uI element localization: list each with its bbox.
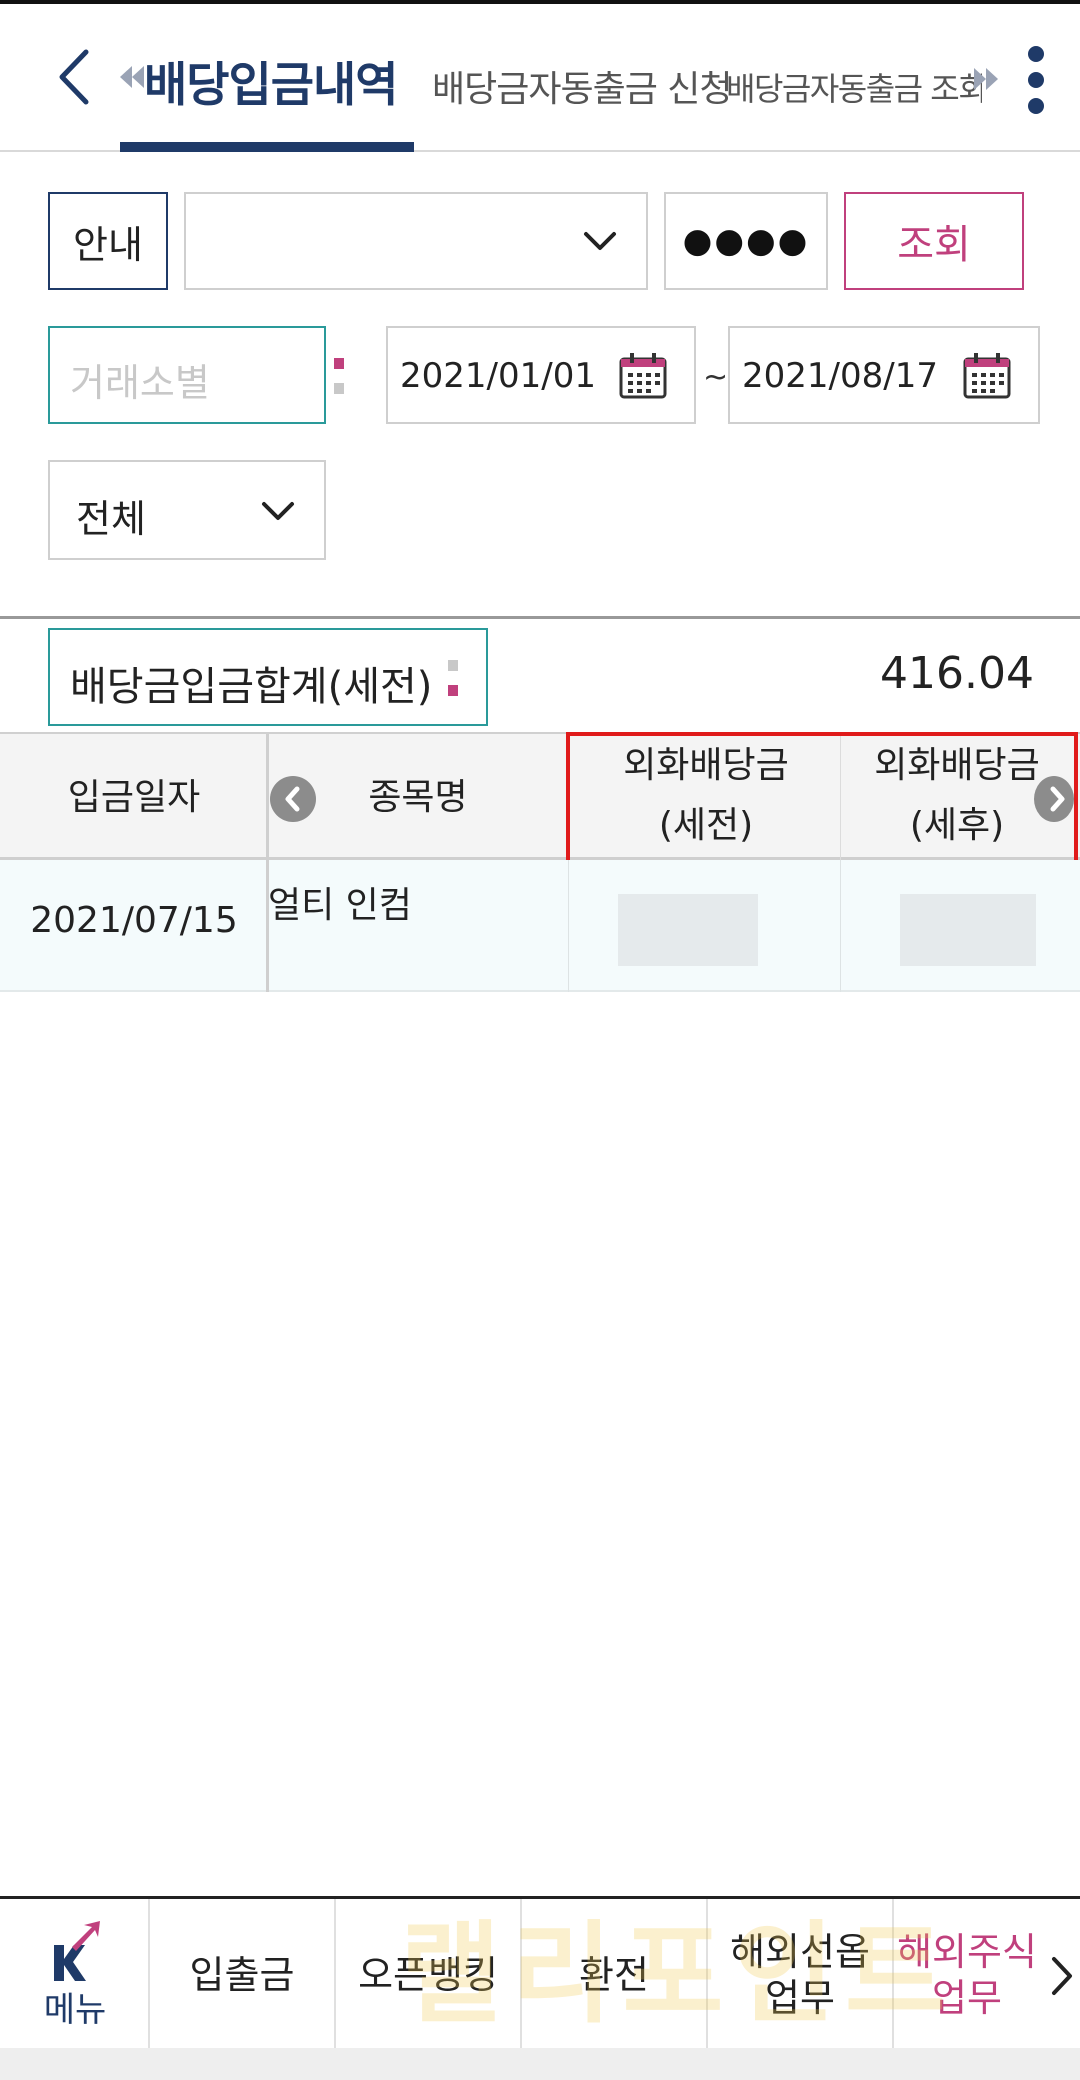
calendar-icon[interactable] [618, 350, 668, 400]
chevron-right-icon[interactable] [1048, 1953, 1076, 1999]
nav-menu-button[interactable]: 메뉴 [0, 1899, 150, 2051]
query-button[interactable]: 조회 [844, 192, 1024, 290]
tab-auto-withdraw-apply[interactable]: 배당금자동출금 신청 [432, 60, 733, 112]
section-divider [0, 616, 1080, 619]
start-date-value: 2021/01/01 [400, 356, 596, 396]
tab-header: 배당입금내역 배당금자동출금 신청 배당금자동출금 조회/해지 [0, 4, 1080, 152]
table-row[interactable]: 2021/07/15 얼티 인컴 [0, 860, 1080, 992]
more-dot-icon [1028, 72, 1044, 88]
tab-auto-withdraw-query[interactable]: 배당금자동출금 조회/해지 [726, 64, 982, 110]
nav-overseas-futures[interactable]: 해외선옵 업무 [708, 1899, 894, 2051]
column-divider [840, 860, 841, 992]
row-date: 2021/07/15 [30, 900, 238, 941]
end-date-field[interactable]: 2021/08/17 [728, 326, 1040, 424]
dividend-total-text: 배당금입금합계(세전) [70, 664, 433, 710]
chevron-down-icon [262, 502, 294, 520]
scroll-left-button[interactable] [270, 776, 316, 822]
password-field[interactable]: ●●●● [664, 192, 828, 290]
nav-menu-label: 메뉴 [43, 1990, 107, 2030]
highlight-box [566, 732, 1078, 868]
system-nav-bar [0, 2048, 1080, 2080]
start-date-field[interactable]: 2021/01/01 [386, 326, 696, 424]
bottom-navigation: 메뉴 입출금 오픈뱅킹 환전 해외선옵 업무 해외주식 업무 [0, 1896, 1080, 2051]
account-select[interactable] [184, 192, 648, 290]
guide-button[interactable]: 안내 [48, 192, 168, 290]
end-date-value: 2021/08/17 [742, 356, 938, 396]
column-header-date: 입금일자 [67, 777, 201, 818]
column-divider [266, 860, 269, 992]
active-tab-indicator [120, 142, 414, 152]
brand-logo-icon [54, 1921, 100, 1981]
nav-openbanking[interactable]: 오픈뱅킹 [336, 1899, 522, 2051]
exchange-type-select[interactable]: 거래소별 [48, 326, 344, 424]
tab-scroll-left-icon[interactable] [118, 62, 146, 92]
dividend-total-label[interactable]: 배당금입금합계(세전) [48, 628, 488, 726]
date-range-separator: ~ [703, 360, 729, 395]
calendar-icon[interactable] [962, 350, 1012, 400]
dots-menu-icon [334, 358, 344, 394]
more-dot-icon [1028, 46, 1044, 62]
chevron-down-icon [584, 232, 616, 250]
filter-select[interactable]: 전체 [48, 460, 326, 560]
tab-scroll-right-icon[interactable] [972, 64, 1000, 94]
dots-menu-icon [448, 660, 458, 696]
dividend-total-value: 416.04 [880, 648, 1034, 699]
row-stock-name: 얼티 인컴 [268, 885, 412, 926]
nav-overseas-stocks[interactable]: 해외주식 업무 [894, 1899, 1040, 2051]
redacted-value [618, 894, 758, 966]
redacted-value [900, 894, 1036, 966]
back-button[interactable] [50, 42, 100, 112]
column-divider [568, 860, 569, 992]
more-dot-icon [1028, 98, 1044, 114]
nav-deposit[interactable]: 입출금 [150, 1899, 336, 2051]
back-arrow-icon [59, 49, 89, 105]
filter-value: 전체 [76, 497, 146, 541]
more-menu-button[interactable] [1020, 40, 1054, 120]
exchange-type-placeholder: 거래소별 [70, 361, 210, 405]
chevron-left-icon [285, 786, 300, 812]
nav-exchange[interactable]: 환전 [522, 1899, 708, 2051]
tab-dividend-deposit[interactable]: 배당입금내역 [144, 46, 398, 115]
column-divider [266, 734, 269, 862]
